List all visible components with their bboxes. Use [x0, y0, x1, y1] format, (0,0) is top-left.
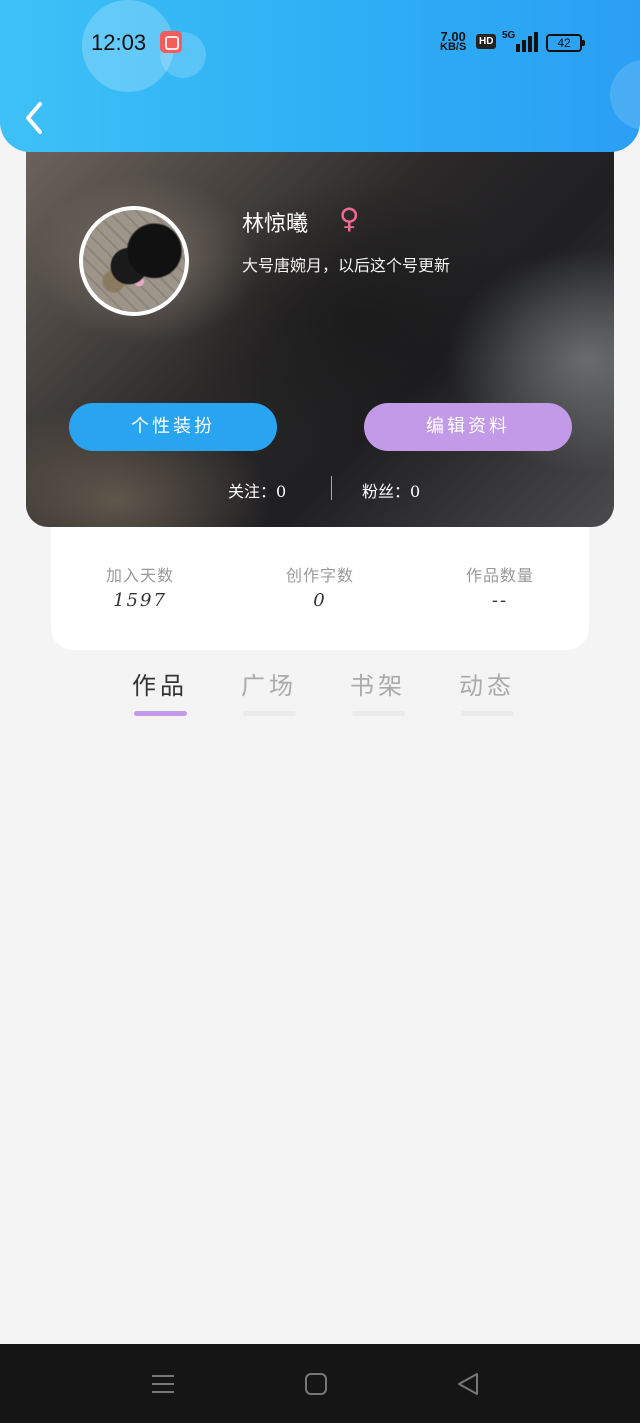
stat-value: 0 — [313, 590, 327, 611]
following-count[interactable]: 关注：0 — [228, 478, 286, 502]
tab-works[interactable]: 作品 — [130, 666, 190, 716]
content-tabs: 作品 广场 书架 动态 — [0, 666, 640, 726]
system-nav-bar — [0, 1344, 640, 1423]
tab-label: 广场 — [241, 672, 297, 700]
dress-up-button[interactable]: 个性装扮 — [69, 403, 277, 451]
tab-label: 作品 — [132, 672, 188, 700]
stat-label: 创作字数 — [285, 566, 354, 585]
stat-value: 1597 — [113, 590, 167, 611]
decor-bubble — [610, 60, 640, 130]
tab-indicator — [242, 711, 296, 716]
network-speed: 7.00 KB/S — [440, 30, 467, 53]
profile-bio: 大号唐婉月，以后这个号更新 — [242, 256, 451, 275]
tab-label: 动态 — [459, 672, 515, 700]
tab-indicator — [133, 711, 187, 716]
stat-label: 加入天数 — [105, 566, 174, 585]
app-notification-icon — [160, 31, 182, 53]
tab-bookshelf[interactable]: 书架 — [348, 666, 408, 716]
stat-works-count: 作品数量 -- — [420, 562, 580, 611]
tab-indicator — [460, 711, 514, 716]
tab-square[interactable]: 广场 — [239, 666, 299, 716]
tab-label: 书架 — [350, 672, 406, 700]
system-back-button[interactable] — [454, 1370, 482, 1398]
battery-icon: 42 — [546, 34, 585, 52]
edit-profile-button[interactable]: 编辑资料 — [364, 403, 572, 451]
network-speed-unit: KB/S — [440, 41, 467, 53]
signal-icon: 5G — [502, 30, 542, 52]
back-button[interactable] — [18, 98, 52, 138]
tab-activity[interactable]: 动态 — [457, 666, 517, 716]
female-gender-icon: ♀ — [339, 202, 360, 235]
stat-label: 作品数量 — [465, 566, 534, 585]
status-time: 12:03 — [91, 30, 147, 55]
stat-join-days: 加入天数 1597 — [60, 562, 220, 611]
top-header: 12:03 7.00 KB/S HD 5G 42 — [0, 0, 640, 152]
fans-count[interactable]: 粉丝：0 — [362, 478, 420, 502]
network-type: 5G — [502, 30, 516, 41]
chevron-left-icon — [26, 102, 42, 134]
stats-card: 加入天数 1597 创作字数 0 作品数量 -- — [51, 520, 589, 650]
stat-word-count: 创作字数 0 — [240, 562, 400, 611]
divider — [331, 476, 332, 500]
tab-indicator — [351, 711, 405, 716]
triangle-back-icon — [458, 1373, 478, 1395]
home-button[interactable] — [302, 1370, 330, 1398]
hd-badge: HD — [476, 34, 497, 49]
menu-icon — [152, 1375, 174, 1393]
profile-card: 林惊曦 ♀ 大号唐婉月，以后这个号更新 个性装扮 编辑资料 关注：0 粉丝：0 — [26, 140, 614, 527]
avatar[interactable] — [79, 206, 189, 316]
recent-apps-button[interactable] — [149, 1370, 177, 1398]
stat-value: -- — [491, 590, 509, 611]
follow-stats: 关注：0 粉丝：0 — [26, 476, 614, 502]
username: 林惊曦 — [242, 212, 309, 237]
square-icon — [305, 1373, 327, 1395]
